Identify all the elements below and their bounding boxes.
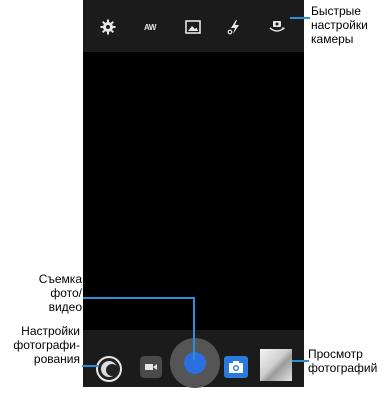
callout-line-gallery <box>292 360 309 362</box>
callout-line-quick-settings <box>290 17 310 19</box>
callout-line-capture-h <box>83 297 194 299</box>
gallery-thumbnail[interactable] <box>260 349 292 381</box>
lens-core <box>106 364 118 376</box>
callout-line-photo-settings <box>82 365 98 367</box>
viewfinder[interactable] <box>83 52 304 330</box>
switch-camera-icon[interactable] <box>267 18 287 36</box>
white-balance-icon[interactable]: AW <box>140 18 160 36</box>
callout-photo-settings: Настройки фотографи- рования <box>13 324 80 366</box>
callout-capture: Съемка фото/видео <box>38 272 82 314</box>
shutter-dot <box>184 352 206 374</box>
shutter-button[interactable] <box>170 338 220 388</box>
flash-auto-icon[interactable] <box>225 18 245 36</box>
white-balance-label: AW <box>144 22 156 32</box>
photo-mode-icon[interactable] <box>224 356 248 378</box>
scene-icon[interactable] <box>183 18 203 36</box>
callout-line-capture-v <box>193 297 195 360</box>
lens-inner <box>101 361 118 377</box>
callout-gallery: Просмотр фотографий <box>308 347 378 375</box>
gear-icon[interactable] <box>98 18 118 36</box>
quick-settings-bar: AW <box>83 0 304 52</box>
callout-quick-settings: Быстрые настройки камеры <box>311 4 368 46</box>
settings-lens-icon[interactable] <box>96 356 122 382</box>
video-camera-icon[interactable] <box>140 356 162 378</box>
